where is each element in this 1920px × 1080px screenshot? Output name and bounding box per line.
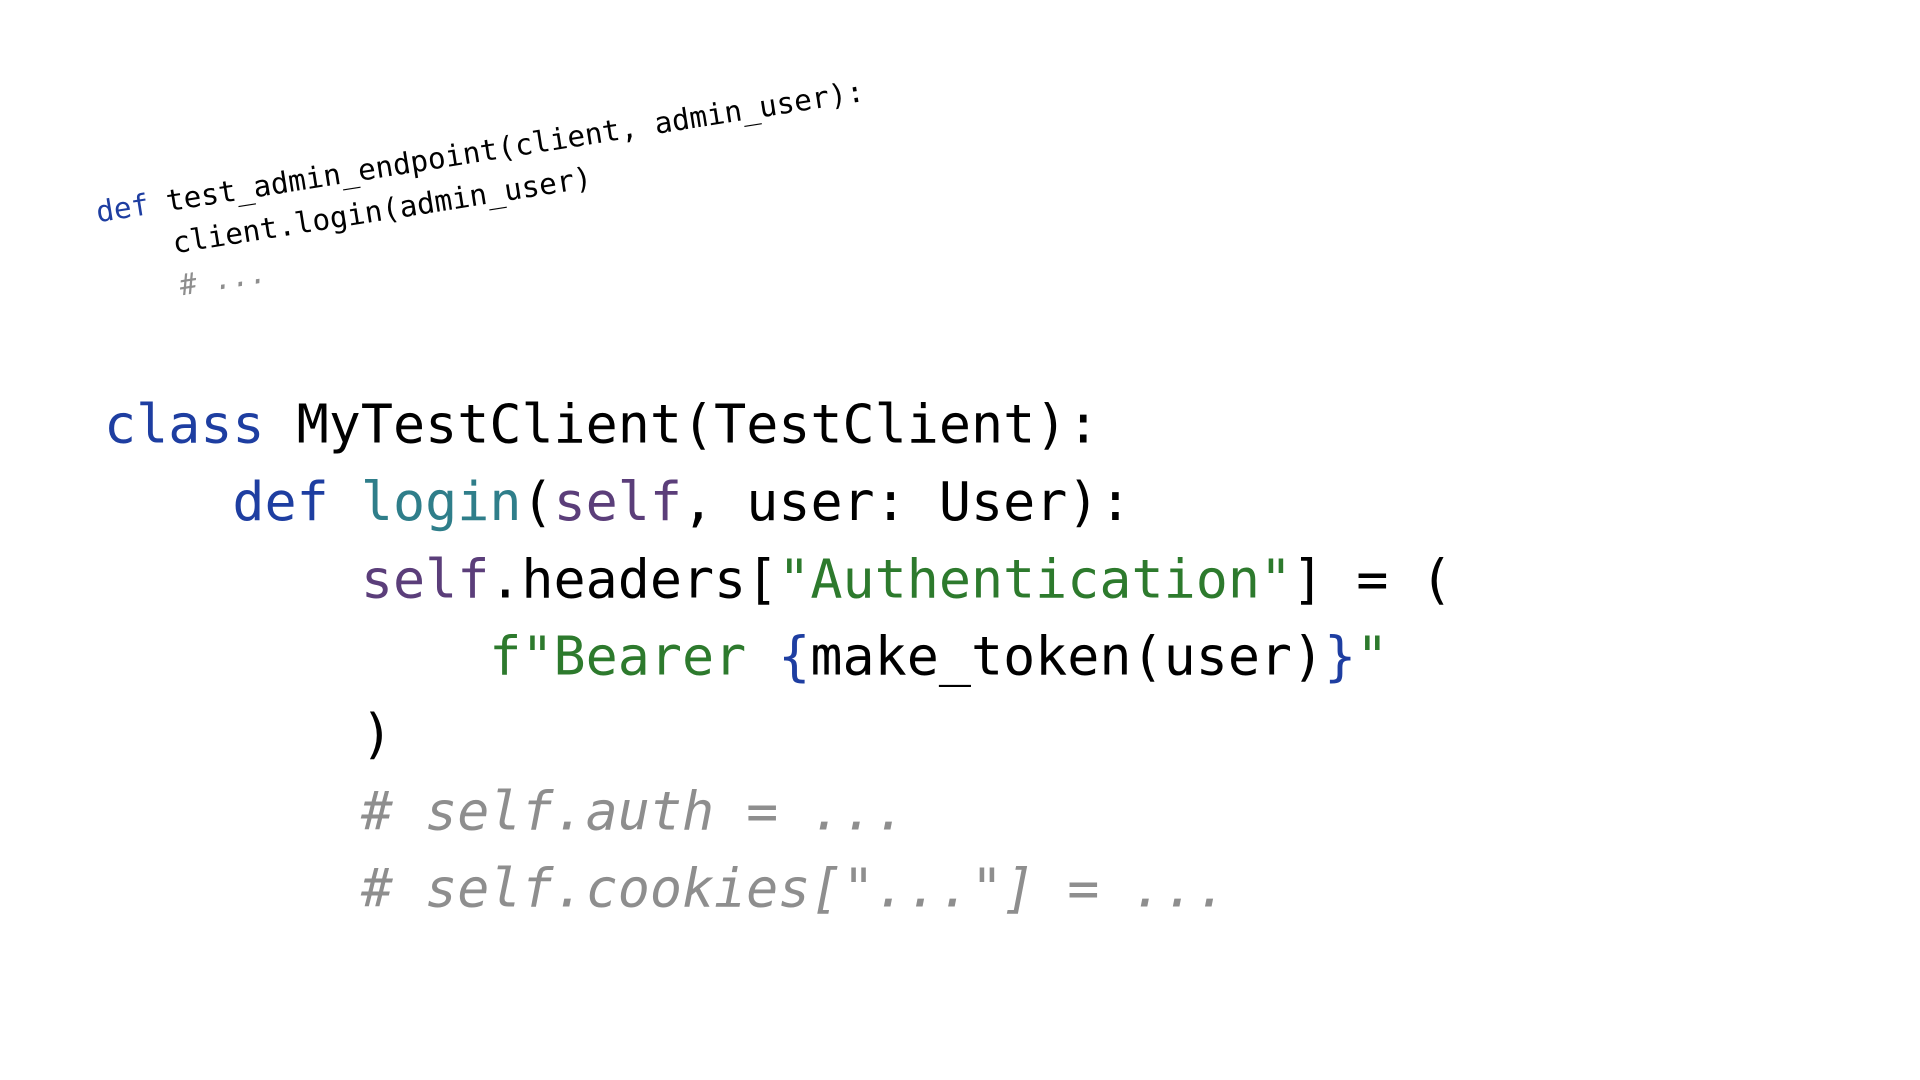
top-snippet-code: def test_admin_endpoint(client, admin_us… [93, 72, 880, 320]
self-2: self [361, 549, 489, 610]
class-name: MyTestClient [297, 395, 682, 456]
fstring-close: " [1356, 627, 1388, 688]
header-key: "Authentication" [778, 549, 1292, 610]
close-paren: ) [104, 704, 393, 765]
method-name: login [361, 472, 522, 533]
keyword-def-2: def [232, 472, 328, 533]
sig-rest: , user: User): [682, 472, 1132, 533]
self-1: self [554, 472, 682, 533]
keyword-def: def [94, 189, 152, 230]
keyword-class: class [104, 395, 265, 456]
top-snippet: def test_admin_endpoint(client, admin_us… [93, 72, 880, 320]
brace-open: { [778, 627, 810, 688]
fstring-expr: make_token(user) [810, 627, 1324, 688]
fstring-open: "Bearer [521, 627, 778, 688]
comment-cookies: # self.cookies["..."] = ... [361, 859, 1228, 920]
headers-tail: .headers[ [489, 549, 778, 610]
headers-after: ] = ( [1292, 549, 1453, 610]
brace-close: } [1324, 627, 1356, 688]
fstring-prefix: f [489, 627, 521, 688]
top-comment: # ... [177, 256, 269, 303]
class-tail: (TestClient): [682, 395, 1099, 456]
comment-auth: # self.auth = ... [361, 781, 907, 842]
func-params: (client, admin_user): [495, 76, 867, 167]
main-snippet-code: class MyTestClient(TestClient): def logi… [104, 387, 1453, 928]
main-snippet: class MyTestClient(TestClient): def logi… [104, 387, 1453, 928]
sig-open: ( [521, 472, 553, 533]
